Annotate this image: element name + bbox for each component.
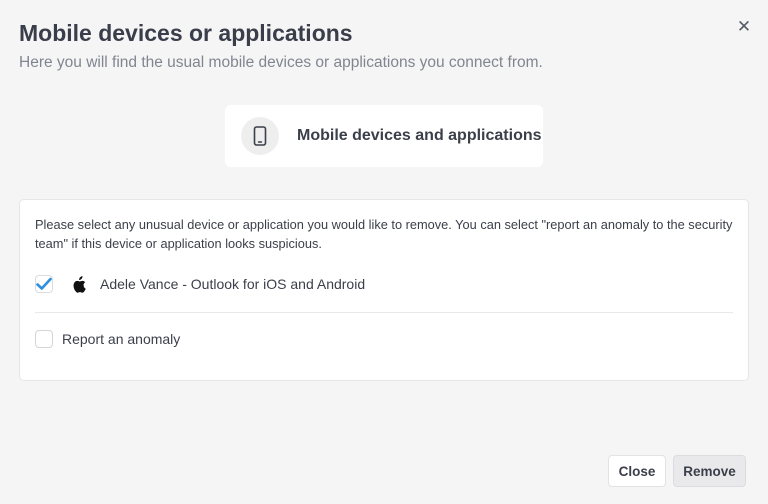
- checkmark-icon: [36, 277, 52, 290]
- report-anomaly-row[interactable]: Report an anomaly: [35, 328, 180, 350]
- device-row[interactable]: Adele Vance - Outlook for iOS and Androi…: [35, 273, 365, 295]
- dialog-title: Mobile devices or applications: [19, 20, 353, 46]
- device-selection-panel: Please select any unusual device or appl…: [19, 199, 749, 381]
- apple-icon: [71, 275, 87, 293]
- close-icon[interactable]: ✕: [734, 16, 754, 36]
- remove-button[interactable]: Remove: [673, 455, 746, 487]
- device-category-card: Mobile devices and applications: [225, 105, 543, 167]
- dialog: ✕ Mobile devices or applications Here yo…: [0, 0, 768, 504]
- divider: [35, 312, 733, 313]
- device-checkbox[interactable]: [35, 275, 53, 293]
- report-anomaly-checkbox[interactable]: [35, 330, 53, 348]
- instructions-text: Please select any unusual device or appl…: [35, 217, 733, 251]
- device-label: Adele Vance - Outlook for iOS and Androi…: [100, 276, 366, 292]
- device-category-label: Mobile devices and applications: [297, 127, 542, 144]
- smartphone-icon: [241, 117, 279, 155]
- dialog-subtitle: Here you will find the usual mobile devi…: [19, 54, 543, 71]
- report-anomaly-label: Report an anomaly: [62, 331, 181, 347]
- close-button[interactable]: Close: [608, 455, 666, 487]
